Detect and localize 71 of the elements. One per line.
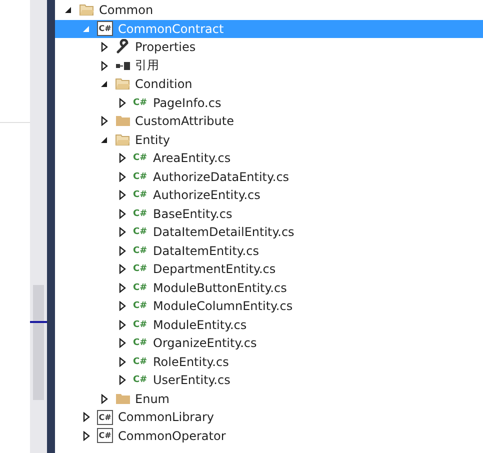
collapsed-arrow-icon[interactable]	[117, 301, 127, 312]
tree-item[interactable]: C# DataItemEntity.cs	[55, 242, 483, 260]
scrollbar-thumb[interactable]	[33, 285, 44, 400]
tree-item[interactable]: Common	[55, 1, 483, 20]
tree-item[interactable]: C# CommonContract	[55, 20, 483, 38]
tree-item[interactable]: 引用	[55, 56, 483, 75]
csharp-file-icon: C#	[133, 301, 149, 312]
csharp-file-icon: C#	[133, 98, 149, 108]
collapsed-arrow-icon[interactable]	[99, 60, 109, 71]
csharp-file-icon: C#	[133, 320, 149, 330]
tree-item[interactable]: C# DataItemDetailEntity.cs	[55, 223, 483, 242]
scroll-marker	[30, 321, 47, 323]
collapsed-arrow-icon[interactable]	[99, 116, 109, 126]
tree-item[interactable]: C# ModuleEntity.cs	[55, 316, 483, 334]
csharp-file-icon: C#	[133, 282, 149, 293]
tree-item[interactable]: C# ModuleColumnEntity.cs	[55, 297, 483, 316]
collapsed-arrow-icon[interactable]	[117, 246, 127, 256]
csharp-project-icon: C#	[97, 428, 113, 444]
tree-item[interactable]: C# AreaEntity.cs	[55, 149, 483, 168]
tree-item[interactable]: C# DepartmentEntity.cs	[55, 260, 483, 278]
csharp-file-icon: C#	[133, 190, 149, 200]
expanded-arrow-icon[interactable]	[99, 134, 109, 145]
tree-item[interactable]: C# CommonLibrary	[55, 408, 483, 426]
collapsed-arrow-icon[interactable]	[117, 356, 127, 367]
collapsed-arrow-icon[interactable]	[117, 190, 127, 200]
collapsed-arrow-icon[interactable]	[81, 430, 91, 441]
collapsed-arrow-icon[interactable]	[117, 98, 127, 108]
collapsed-arrow-icon[interactable]	[117, 320, 127, 330]
tree-item[interactable]: C# PageInfo.cs	[55, 94, 483, 112]
tree-item[interactable]: C# UserEntity.cs	[55, 371, 483, 390]
csharp-file-icon: C#	[133, 246, 149, 256]
csharp-file-icon: C#	[133, 264, 149, 274]
tree-item[interactable]: C# AuthorizeEntity.cs	[55, 186, 483, 204]
tree-item[interactable]: C# AuthorizeDataEntity.cs	[55, 168, 483, 186]
csharp-file-icon: C#	[133, 356, 149, 367]
tree-item[interactable]: C# BaseEntity.cs	[55, 204, 483, 223]
collapsed-arrow-icon[interactable]	[117, 282, 127, 293]
open-folder-icon	[115, 76, 131, 92]
open-folder-icon	[79, 2, 95, 18]
csharp-file-icon: C#	[133, 208, 149, 219]
csharp-file-icon: C#	[133, 338, 149, 348]
collapsed-arrow-icon[interactable]	[99, 394, 109, 404]
tree-item[interactable]: Entity	[55, 130, 483, 149]
collapsed-arrow-icon[interactable]	[117, 227, 127, 238]
csharp-project-icon: C#	[97, 21, 113, 36]
csharp-project-icon: C#	[97, 410, 113, 425]
collapsed-arrow-icon[interactable]	[81, 412, 91, 422]
csharp-file-icon: C#	[133, 153, 149, 164]
open-folder-icon	[115, 132, 131, 148]
collapsed-arrow-icon[interactable]	[99, 42, 109, 52]
collapsed-arrow-icon[interactable]	[117, 153, 127, 164]
scrollbar[interactable]	[30, 0, 47, 453]
tree-item[interactable]: C# CommonOperator	[55, 426, 483, 445]
expanded-arrow-icon[interactable]	[99, 79, 109, 90]
collapsed-arrow-icon[interactable]	[117, 208, 127, 219]
tree-item[interactable]: C# ModuleButtonEntity.cs	[55, 278, 483, 297]
expanded-arrow-icon[interactable]	[63, 5, 73, 16]
collapsed-arrow-icon[interactable]	[117, 338, 127, 348]
csharp-file-icon: C#	[133, 375, 149, 386]
csharp-file-icon: C#	[133, 172, 149, 182]
csharp-file-icon: C#	[133, 227, 149, 238]
collapsed-arrow-icon[interactable]	[117, 264, 127, 274]
collapsed-arrow-icon[interactable]	[117, 172, 127, 182]
tree-item[interactable]: Condition	[55, 75, 483, 94]
tree-item[interactable]: Enum	[55, 390, 483, 408]
tree-item[interactable]: C# OrganizeEntity.cs	[55, 334, 483, 352]
tree-item[interactable]: Properties	[55, 38, 483, 56]
wrench-icon	[115, 39, 131, 56]
tree-item[interactable]: CustomAttribute	[55, 112, 483, 130]
tree-item[interactable]: C# RoleEntity.cs	[55, 352, 483, 371]
collapsed-arrow-icon[interactable]	[117, 375, 127, 386]
